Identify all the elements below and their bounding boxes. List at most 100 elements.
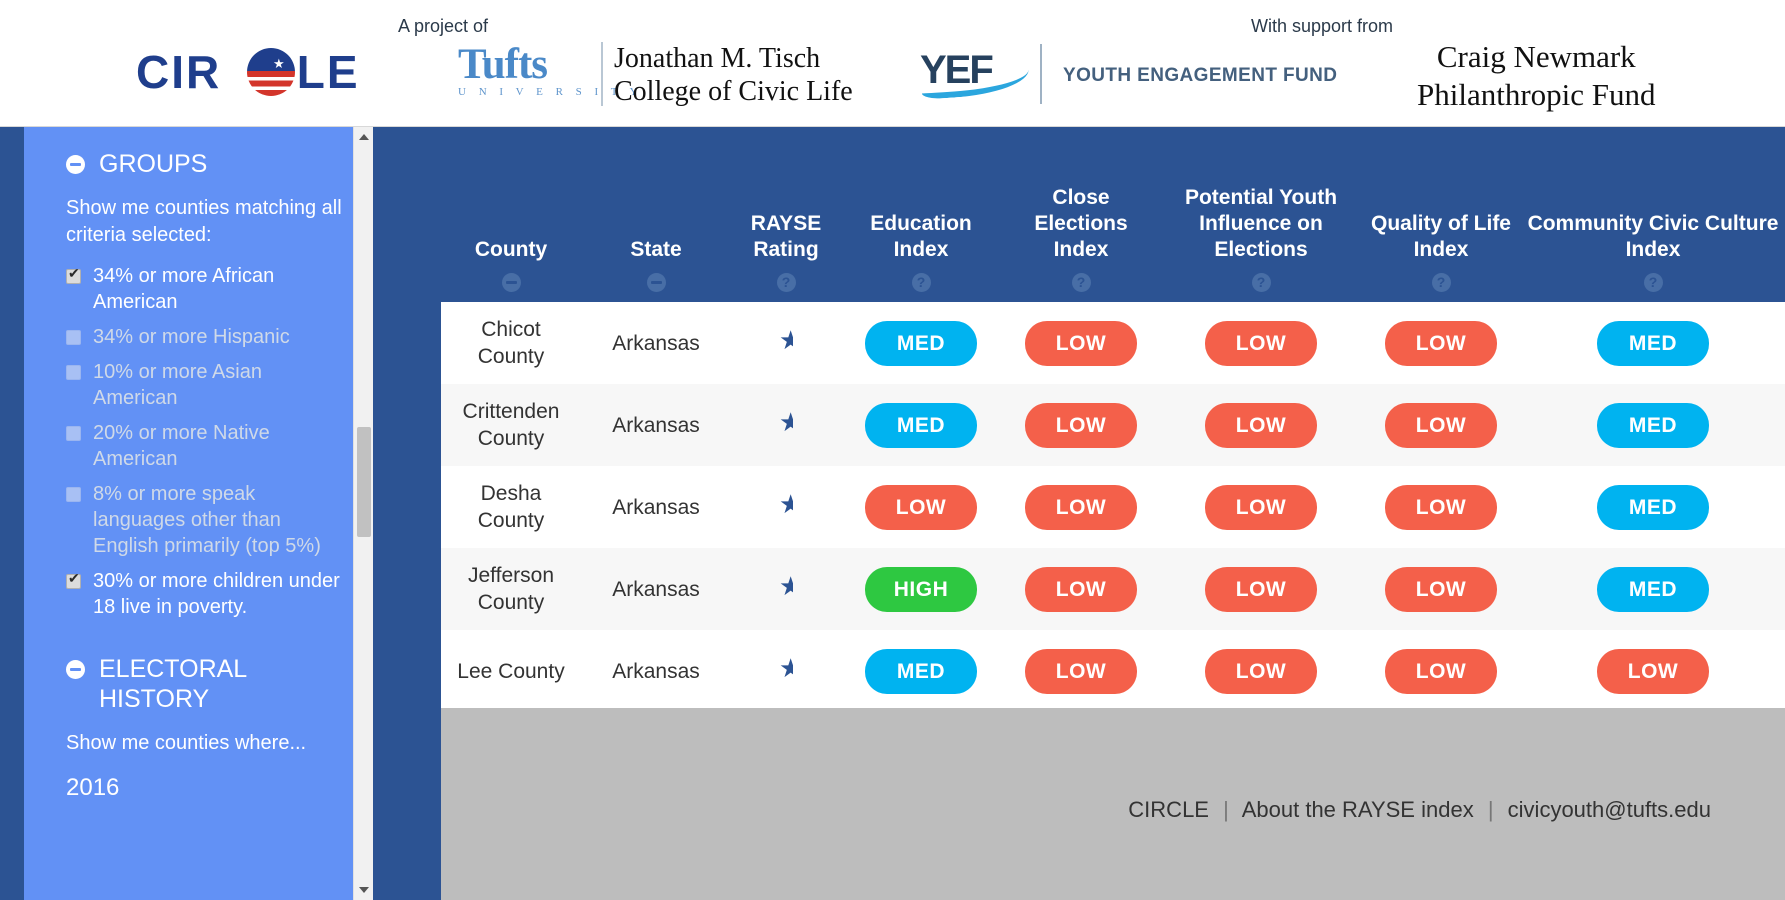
cell-potential-youth-influence: LOW <box>1161 630 1361 712</box>
column-header-education-index[interactable]: Education Index <box>841 127 1001 302</box>
column-header-county[interactable]: County <box>441 127 581 302</box>
scroll-down-arrow-icon[interactable] <box>354 880 373 900</box>
column-label: RAYSE Rating <box>750 212 822 261</box>
status-badge: LOW <box>1385 484 1497 530</box>
checkbox-icon[interactable] <box>66 330 81 345</box>
flag-circle-icon: ★ <box>247 48 295 96</box>
filters-sidebar: GROUPS Show me counties matching all cri… <box>24 127 373 900</box>
table-row[interactable]: Crittenden County Arkansas ★ MED LOW LOW LOW ME… <box>441 384 1785 466</box>
cell-potential-youth-influence: LOW <box>1161 302 1361 384</box>
filter-asian-american[interactable]: 10% or more Asian American <box>66 359 349 411</box>
status-badge: LOW <box>865 484 977 530</box>
cell-community-civic-culture-index: MED <box>1521 548 1785 630</box>
filter-label: 8% or more speak languages other than En… <box>93 483 321 557</box>
filter-label: 30% or more children under 18 live in po… <box>93 570 340 618</box>
column-header-rayse-rating[interactable]: RAYSE Rating <box>731 127 841 302</box>
groups-checklist: 34% or more African American 34% or more… <box>66 263 349 620</box>
status-badge: LOW <box>1025 484 1137 530</box>
circle-logo[interactable]: CIROOLE ★ <box>136 46 386 98</box>
help-circle-icon[interactable] <box>1643 273 1663 292</box>
minus-circle-icon[interactable] <box>66 660 85 679</box>
status-badge: LOW <box>1205 648 1317 694</box>
scroll-up-arrow-icon[interactable] <box>354 127 373 147</box>
cell-rayse-rating: ★ <box>731 302 841 384</box>
column-header-community-civic-culture-index[interactable]: Community Civic Culture Index <box>1521 127 1785 302</box>
cell-state: Arkansas <box>581 630 731 712</box>
table-row[interactable]: Jefferson County Arkansas ★ HIGH LOW LOW LOW ME… <box>441 548 1785 630</box>
checkbox-icon[interactable] <box>66 487 81 502</box>
table-row[interactable]: Desha County Arkansas ★ LOW LOW LOW LOW MED <box>441 466 1785 548</box>
cell-quality-of-life-index: LOW <box>1361 548 1521 630</box>
status-badge: LOW <box>1205 484 1317 530</box>
footer-link-email[interactable]: civicyouth@tufts.edu <box>1508 797 1711 822</box>
yef-swoosh-icon <box>920 60 1030 100</box>
cell-potential-youth-influence: LOW <box>1161 384 1361 466</box>
cell-rayse-rating: ★ <box>731 548 841 630</box>
left-gutter <box>0 127 24 900</box>
circle-logo-text-left: CIR <box>136 46 222 98</box>
star-icon: ★ <box>273 56 285 71</box>
cell-close-elections-index: LOW <box>1001 302 1161 384</box>
help-circle-icon[interactable] <box>911 273 931 292</box>
minus-circle-icon[interactable] <box>501 273 521 292</box>
filter-language[interactable]: 8% or more speak languages other than En… <box>66 481 349 559</box>
column-header-quality-of-life-index[interactable]: Quality of Life Index <box>1361 127 1521 302</box>
status-badge: MED <box>865 320 977 366</box>
column-label: Quality of Life Index <box>1370 212 1511 261</box>
cell-close-elections-index: LOW <box>1001 466 1161 548</box>
sidebar-scrollbar[interactable] <box>353 127 373 900</box>
filters-sidebar-content: GROUPS Show me counties matching all cri… <box>24 127 373 823</box>
project-caption: A project of <box>398 16 489 36</box>
status-badge: LOW <box>1205 566 1317 612</box>
help-circle-icon[interactable] <box>1431 273 1451 292</box>
filter-hispanic[interactable]: 34% or more Hispanic <box>66 324 349 350</box>
column-label: County <box>474 238 548 261</box>
status-badge: MED <box>1597 566 1709 612</box>
yef-logo[interactable]: YEF <box>920 48 1030 100</box>
circle-logo-text-right: LE <box>296 46 360 98</box>
cell-community-civic-culture-index: MED <box>1521 302 1785 384</box>
cell-quality-of-life-index: LOW <box>1361 302 1521 384</box>
checkbox-icon[interactable] <box>66 266 81 284</box>
help-circle-icon[interactable] <box>1251 273 1271 292</box>
cell-county: Lee County <box>441 630 581 712</box>
half-star-icon: ★ <box>779 490 793 517</box>
footer-links: CIRCLE | About the RAYSE index | civicyo… <box>1128 797 1711 823</box>
column-label: Education Index <box>870 212 972 261</box>
footer-separator: | <box>1223 797 1229 822</box>
checkbox-icon[interactable] <box>66 571 81 589</box>
column-header-state[interactable]: State <box>581 127 731 302</box>
checkbox-icon[interactable] <box>66 426 81 441</box>
cell-education-index: HIGH <box>841 548 1001 630</box>
cell-close-elections-index: LOW <box>1001 630 1161 712</box>
minus-circle-icon[interactable] <box>66 155 85 174</box>
electoral-history-prompt: Show me counties where... <box>66 732 307 754</box>
cell-rayse-rating: ★ <box>731 630 841 712</box>
filter-african-american[interactable]: 34% or more African American <box>66 263 349 315</box>
help-circle-icon[interactable] <box>1071 273 1091 292</box>
status-badge: LOW <box>1025 402 1137 448</box>
column-header-potential-youth-influence[interactable]: Potential Youth Influence on Elections <box>1161 127 1361 302</box>
status-badge: LOW <box>1025 320 1137 366</box>
table-row[interactable]: Chicot County Arkansas ★ MED LOW LOW LOW MED <box>441 302 1785 384</box>
filter-child-poverty[interactable]: 30% or more children under 18 live in po… <box>66 568 349 620</box>
counties-table: County State RAYSE Rating Education <box>441 127 1785 712</box>
cell-county: Crittenden County <box>441 384 581 466</box>
column-header-close-elections-index[interactable]: Close Elections Index <box>1001 127 1161 302</box>
footer-link-about-rayse[interactable]: About the RAYSE index <box>1242 797 1474 822</box>
cell-state: Arkansas <box>581 548 731 630</box>
help-circle-icon[interactable] <box>776 273 796 292</box>
filter-native-american[interactable]: 20% or more Native American <box>66 420 349 472</box>
scrollbar-thumb[interactable] <box>357 427 371 537</box>
cell-close-elections-index: LOW <box>1001 384 1161 466</box>
footer-link-circle[interactable]: CIRCLE <box>1128 797 1209 822</box>
cell-potential-youth-influence: LOW <box>1161 466 1361 548</box>
minus-circle-icon[interactable] <box>646 273 666 292</box>
sidebar-section-electoral-history-header[interactable]: ELECTORAL HISTORY <box>66 654 349 714</box>
sidebar-section-groups-header[interactable]: GROUPS <box>66 149 349 179</box>
column-label: Community Civic Culture Index <box>1527 212 1779 261</box>
craig-newmark-logo: Craig Newmark Philanthropic Fund <box>1417 38 1656 114</box>
checkbox-icon[interactable] <box>66 365 81 380</box>
table-row[interactable]: Lee County Arkansas ★ MED LOW LOW LOW LOW <box>441 630 1785 712</box>
tufts-divider <box>601 42 603 106</box>
